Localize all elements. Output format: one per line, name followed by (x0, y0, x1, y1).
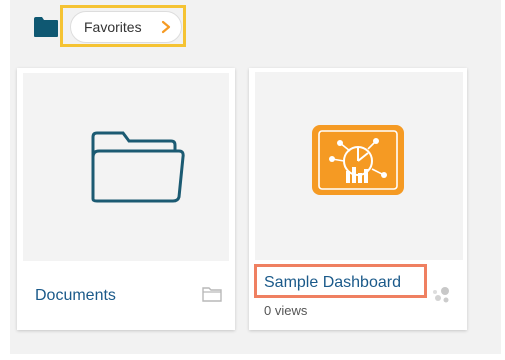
view-count: 0 views (264, 303, 308, 318)
folder-icon (91, 131, 185, 203)
sample-dashboard-card[interactable]: Sample Dashboard 0 views (249, 68, 467, 330)
folder-icon[interactable] (33, 16, 59, 38)
documents-card[interactable]: Documents (17, 68, 235, 330)
breadcrumb-label: Favorites (84, 19, 142, 35)
card-title[interactable]: Documents (35, 287, 116, 305)
card-title[interactable]: Sample Dashboard (264, 274, 401, 292)
dashboard-type-icon (433, 287, 449, 303)
folder-outline-icon (202, 287, 222, 302)
card-thumbnail (23, 73, 229, 261)
chevron-right-icon (161, 20, 171, 34)
card-thumbnail (255, 72, 463, 260)
dashboard-chart-icon (312, 125, 404, 195)
breadcrumb-favorites[interactable]: Favorites (70, 11, 182, 43)
